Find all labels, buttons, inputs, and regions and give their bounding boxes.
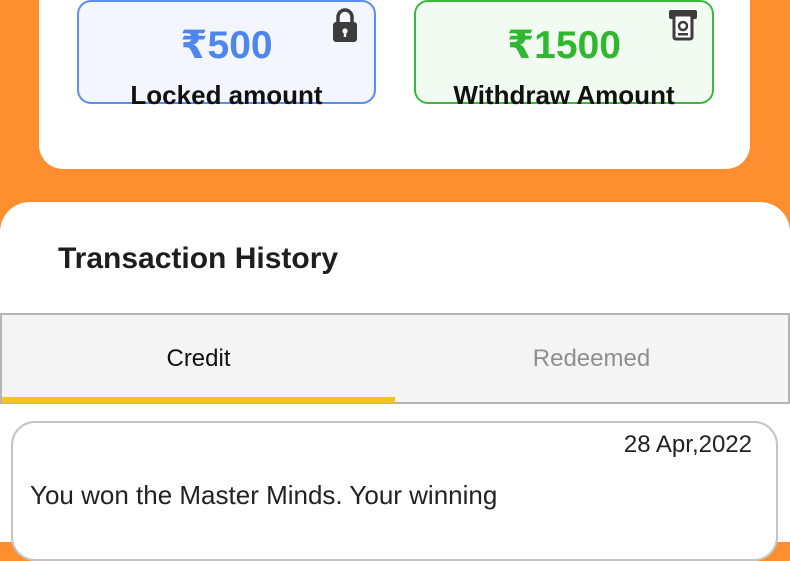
wallet-summary-card: ₹500 Locked amount ₹1500 Withdraw Amount [39, 0, 750, 169]
tab-redeemed[interactable]: Redeemed [395, 315, 788, 402]
section-title: Transaction History [58, 242, 339, 275]
withdraw-amount-box[interactable]: ₹1500 Withdraw Amount [414, 0, 714, 110]
withdraw-amount-label: Withdraw Amount [453, 80, 675, 110]
locked-amount-value: ₹500 [180, 24, 273, 67]
active-tab-indicator [2, 397, 395, 403]
transaction-history-panel: Transaction History Credit Redeemed 28 A… [0, 202, 790, 561]
transaction-tabs: Credit Redeemed [0, 313, 790, 404]
locked-amount-box[interactable]: ₹500 Locked amount [77, 0, 376, 110]
transaction-card[interactable]: 28 Apr,2022 You won the Master Minds. Yo… [11, 421, 778, 561]
transaction-date: 28 Apr,2022 [623, 431, 752, 458]
locked-amount-label: Locked amount [130, 80, 323, 110]
tab-credit[interactable]: Credit [2, 315, 395, 402]
withdraw-amount-value: ₹1500 [507, 24, 621, 67]
transaction-description: You won the Master Minds. Your winning [30, 480, 498, 510]
